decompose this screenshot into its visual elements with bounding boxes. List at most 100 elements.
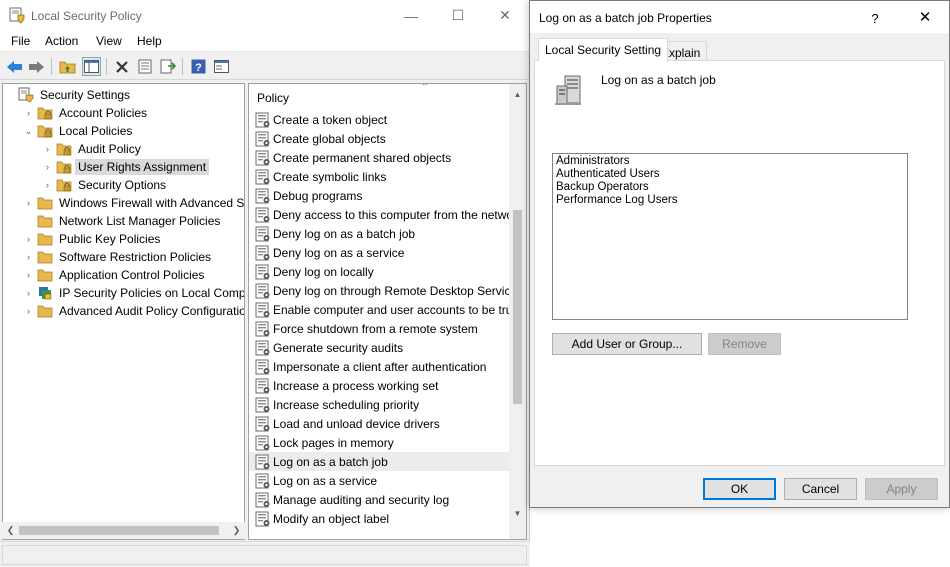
policy-icon	[255, 112, 271, 128]
ok-button[interactable]: OK	[703, 478, 776, 500]
policy-row[interactable]: Deny log on as a batch job	[249, 224, 511, 243]
show-hide-tree-icon[interactable]	[82, 57, 101, 76]
policy-list-pane: ⌃ Policy Create a token object Create glo…	[248, 83, 527, 540]
policy-row[interactable]: Manage auditing and security log	[249, 490, 511, 509]
policy-vertical-scrollbar[interactable]: ▲ ▼	[509, 84, 526, 539]
properties-icon[interactable]	[135, 57, 154, 76]
tree-item[interactable]: Security Settings	[4, 86, 133, 104]
tree-item[interactable]: Network List Manager Policies	[23, 212, 223, 230]
policy-row[interactable]: Modify an object label	[249, 509, 511, 528]
tab-panel: Log on as a batch job Administrators Auth…	[534, 60, 945, 466]
policy-row[interactable]: Log on as a batch job	[249, 452, 511, 471]
policy-label: Log on as a batch job	[273, 454, 388, 469]
policy-label: Increase a process working set	[273, 378, 439, 393]
chevron-right-icon[interactable]	[23, 212, 34, 230]
scroll-left-icon[interactable]: ❮	[2, 522, 19, 539]
chevron-down-icon[interactable]: ⌄	[23, 122, 34, 140]
policy-row[interactable]: Debug programs	[249, 186, 511, 205]
tree-item[interactable]: › Application Control Policies	[23, 266, 207, 284]
scroll-down-icon[interactable]: ▼	[509, 505, 526, 522]
user-list-item[interactable]: Performance Log Users	[556, 194, 677, 206]
policy-row[interactable]: Deny log on locally	[249, 262, 511, 281]
tree-item[interactable]: › Windows Firewall with Advanced Security	[23, 194, 244, 212]
column-header-label: Policy	[257, 91, 290, 105]
policy-row[interactable]: Enable computer and user accounts to be …	[249, 300, 511, 319]
column-header-policy[interactable]: ⌃ Policy	[249, 84, 511, 111]
policy-row[interactable]: Create a token object	[249, 110, 511, 129]
maximize-button[interactable]: ☐	[435, 0, 481, 31]
delete-icon[interactable]	[112, 57, 131, 76]
policy-icon	[255, 473, 271, 489]
tree-item[interactable]: › User Rights Assignment	[42, 158, 210, 176]
help-icon[interactable]: ?	[189, 57, 208, 76]
policy-icon	[255, 359, 271, 375]
tree-item[interactable]: › Audit Policy	[42, 140, 144, 158]
chevron-right-icon[interactable]: ›	[23, 194, 34, 212]
tree-item[interactable]: › Advanced Audit Policy Configuration	[23, 302, 244, 320]
minimize-button[interactable]: —	[388, 0, 434, 31]
menu-view[interactable]: View	[96, 34, 122, 48]
chevron-right-icon[interactable]: ›	[42, 140, 53, 158]
chevron-right-icon[interactable]: ›	[42, 176, 53, 194]
scroll-up-icon[interactable]: ▲	[509, 86, 526, 103]
tree-item[interactable]: › Security Options	[42, 176, 169, 194]
policy-row[interactable]: Load and unload device drivers	[249, 414, 511, 433]
policy-row[interactable]: Impersonate a client after authenticatio…	[249, 357, 511, 376]
scroll-thumb[interactable]	[19, 526, 219, 535]
user-list-item[interactable]: Administrators	[556, 155, 630, 167]
cancel-button[interactable]: Cancel	[784, 478, 857, 500]
dialog-help-button[interactable]: ?	[860, 7, 890, 29]
chevron-right-icon[interactable]: ›	[23, 230, 34, 248]
chevron-right-icon[interactable]: ›	[23, 302, 34, 320]
policy-row[interactable]: Force shutdown from a remote system	[249, 319, 511, 338]
menu-action[interactable]: Action	[45, 34, 78, 48]
policy-row[interactable]: Create permanent shared objects	[249, 148, 511, 167]
menu-file[interactable]: File	[11, 34, 30, 48]
policy-row[interactable]: Deny log on as a service	[249, 243, 511, 262]
console-tree[interactable]: Security Settings › Account Policies ⌄ Local…	[2, 83, 245, 540]
tab-local-security-setting[interactable]: Local Security Setting	[538, 38, 669, 62]
chevron-right-icon[interactable]: ›	[23, 266, 34, 284]
tree-item[interactable]: › Public Key Policies	[23, 230, 163, 248]
chevron-right-icon[interactable]: ›	[42, 158, 53, 176]
policy-row[interactable]: Deny log on through Remote Desktop Servi…	[249, 281, 511, 300]
chevron-right-icon[interactable]	[4, 86, 15, 104]
remove-button[interactable]: Remove	[708, 333, 781, 355]
forward-arrow-icon[interactable]	[27, 57, 46, 76]
chevron-right-icon[interactable]: ›	[23, 104, 34, 122]
back-arrow-icon[interactable]	[5, 57, 24, 76]
tree-horizontal-scrollbar[interactable]: ❮ ❯	[2, 522, 245, 539]
close-button[interactable]: ✕	[482, 0, 528, 31]
policy-row[interactable]: Create symbolic links	[249, 167, 511, 186]
policy-row[interactable]: Increase a process working set	[249, 376, 511, 395]
policy-label: Create a token object	[273, 112, 388, 127]
policy-row[interactable]: Increase scheduling priority	[249, 395, 511, 414]
scroll-right-icon[interactable]: ❯	[228, 522, 245, 539]
tree-item[interactable]: › Account Policies	[23, 104, 150, 122]
policy-icon	[255, 245, 271, 261]
export-list-icon[interactable]	[158, 57, 177, 76]
policy-row[interactable]: Deny access to this computer from the ne…	[249, 205, 511, 224]
folder-lock-icon	[37, 105, 53, 121]
policy-row[interactable]: Lock pages in memory	[249, 433, 511, 452]
add-user-or-group-button[interactable]: Add User or Group...	[552, 333, 702, 355]
policy-row[interactable]: Log on as a service	[249, 471, 511, 490]
tree-item[interactable]: ⌄ Local Policies	[23, 122, 135, 140]
tree-item-label: Security Settings	[40, 88, 131, 102]
up-folder-icon[interactable]	[58, 57, 77, 76]
menu-help[interactable]: Help	[137, 34, 162, 48]
user-list-item[interactable]: Authenticated Users	[556, 168, 660, 180]
console-tree-icon[interactable]	[212, 57, 231, 76]
server-policy-icon	[555, 75, 581, 105]
tree-item[interactable]: › IP Security Policies on Local Computer	[23, 284, 244, 302]
scroll-thumb[interactable]	[513, 210, 522, 404]
chevron-right-icon[interactable]: ›	[23, 248, 34, 266]
apply-button[interactable]: Apply	[865, 478, 938, 500]
assigned-users-list[interactable]: Administrators Authenticated Users Backup …	[552, 153, 908, 320]
chevron-right-icon[interactable]: ›	[23, 284, 34, 302]
tree-item[interactable]: › Software Restriction Policies	[23, 248, 214, 266]
policy-row[interactable]: Create global objects	[249, 129, 511, 148]
policy-row[interactable]: Generate security audits	[249, 338, 511, 357]
user-list-item[interactable]: Backup Operators	[556, 181, 649, 193]
dialog-close-button[interactable]: ✕	[905, 5, 945, 29]
